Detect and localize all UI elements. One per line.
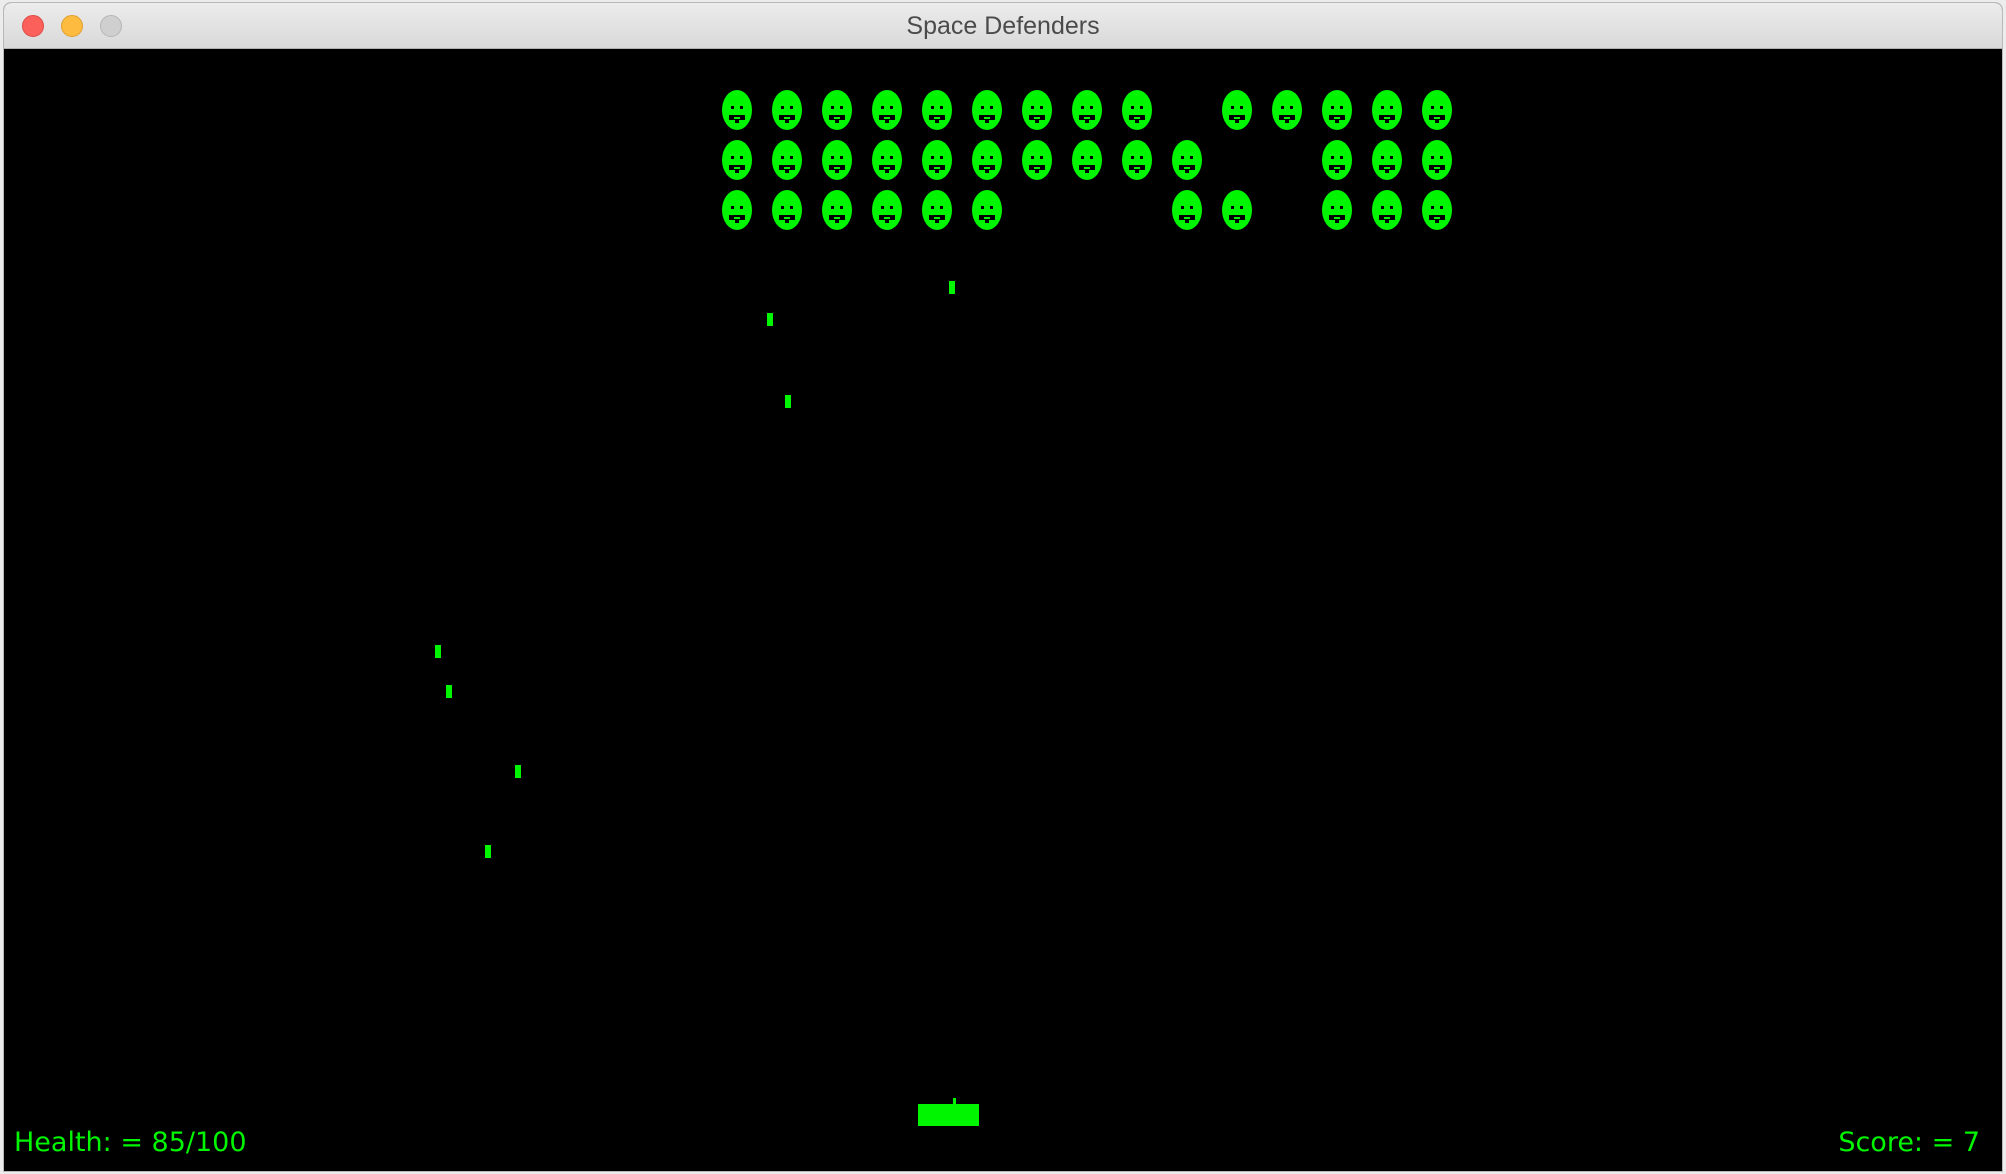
alien-face-icon xyxy=(1322,90,1352,130)
alien-face-icon xyxy=(822,140,852,180)
alien-face-icon xyxy=(1072,140,1102,180)
score-readout: Score: = 7 xyxy=(1838,1127,1980,1158)
game-canvas[interactable]: Health: = 85/100 Score: = 7 xyxy=(4,49,2002,1171)
invader-formation xyxy=(722,90,1452,230)
alien-face-icon xyxy=(1372,90,1402,130)
projectile xyxy=(485,845,491,858)
window-title: Space Defenders xyxy=(906,12,1100,40)
alien-face-icon xyxy=(922,140,952,180)
alien-face-icon xyxy=(722,190,752,230)
projectile xyxy=(949,281,955,294)
alien-face-icon xyxy=(922,190,952,230)
alien-face-icon xyxy=(922,90,952,130)
alien-face-icon xyxy=(972,90,1002,130)
alien-face-icon xyxy=(872,190,902,230)
alien-face-icon xyxy=(872,90,902,130)
alien-face-icon xyxy=(1172,190,1202,230)
alien-face-icon xyxy=(722,90,752,130)
alien-face-icon xyxy=(1422,140,1452,180)
alien-face-icon xyxy=(722,140,752,180)
alien-face-icon xyxy=(772,90,802,130)
alien-face-icon xyxy=(1022,140,1052,180)
alien-face-icon xyxy=(1172,140,1202,180)
alien-face-icon xyxy=(1022,90,1052,130)
alien-face-icon xyxy=(1322,190,1352,230)
game-window: Space Defenders Health: = 85/100 Score: … xyxy=(4,3,2002,1171)
health-readout: Health: = 85/100 xyxy=(14,1127,247,1158)
projectile xyxy=(767,313,773,326)
title-bar: Space Defenders xyxy=(4,3,2002,49)
alien-face-icon xyxy=(1422,90,1452,130)
alien-face-icon xyxy=(1222,190,1252,230)
player-cannon-icon xyxy=(918,1104,979,1126)
alien-face-icon xyxy=(1222,90,1252,130)
projectile xyxy=(785,395,791,408)
projectile xyxy=(515,765,521,778)
alien-face-icon xyxy=(972,190,1002,230)
alien-face-icon xyxy=(972,140,1002,180)
alien-face-icon xyxy=(772,140,802,180)
alien-face-icon xyxy=(822,190,852,230)
alien-face-icon xyxy=(1322,140,1352,180)
alien-face-icon xyxy=(872,140,902,180)
alien-face-icon xyxy=(822,90,852,130)
alien-face-icon xyxy=(1122,90,1152,130)
projectile xyxy=(435,645,441,658)
alien-face-icon xyxy=(1072,90,1102,130)
alien-face-icon xyxy=(1422,190,1452,230)
alien-face-icon xyxy=(1372,140,1402,180)
alien-face-icon xyxy=(1272,90,1302,130)
alien-face-icon xyxy=(772,190,802,230)
alien-face-icon xyxy=(1372,190,1402,230)
projectile xyxy=(446,685,452,698)
alien-face-icon xyxy=(1122,140,1152,180)
